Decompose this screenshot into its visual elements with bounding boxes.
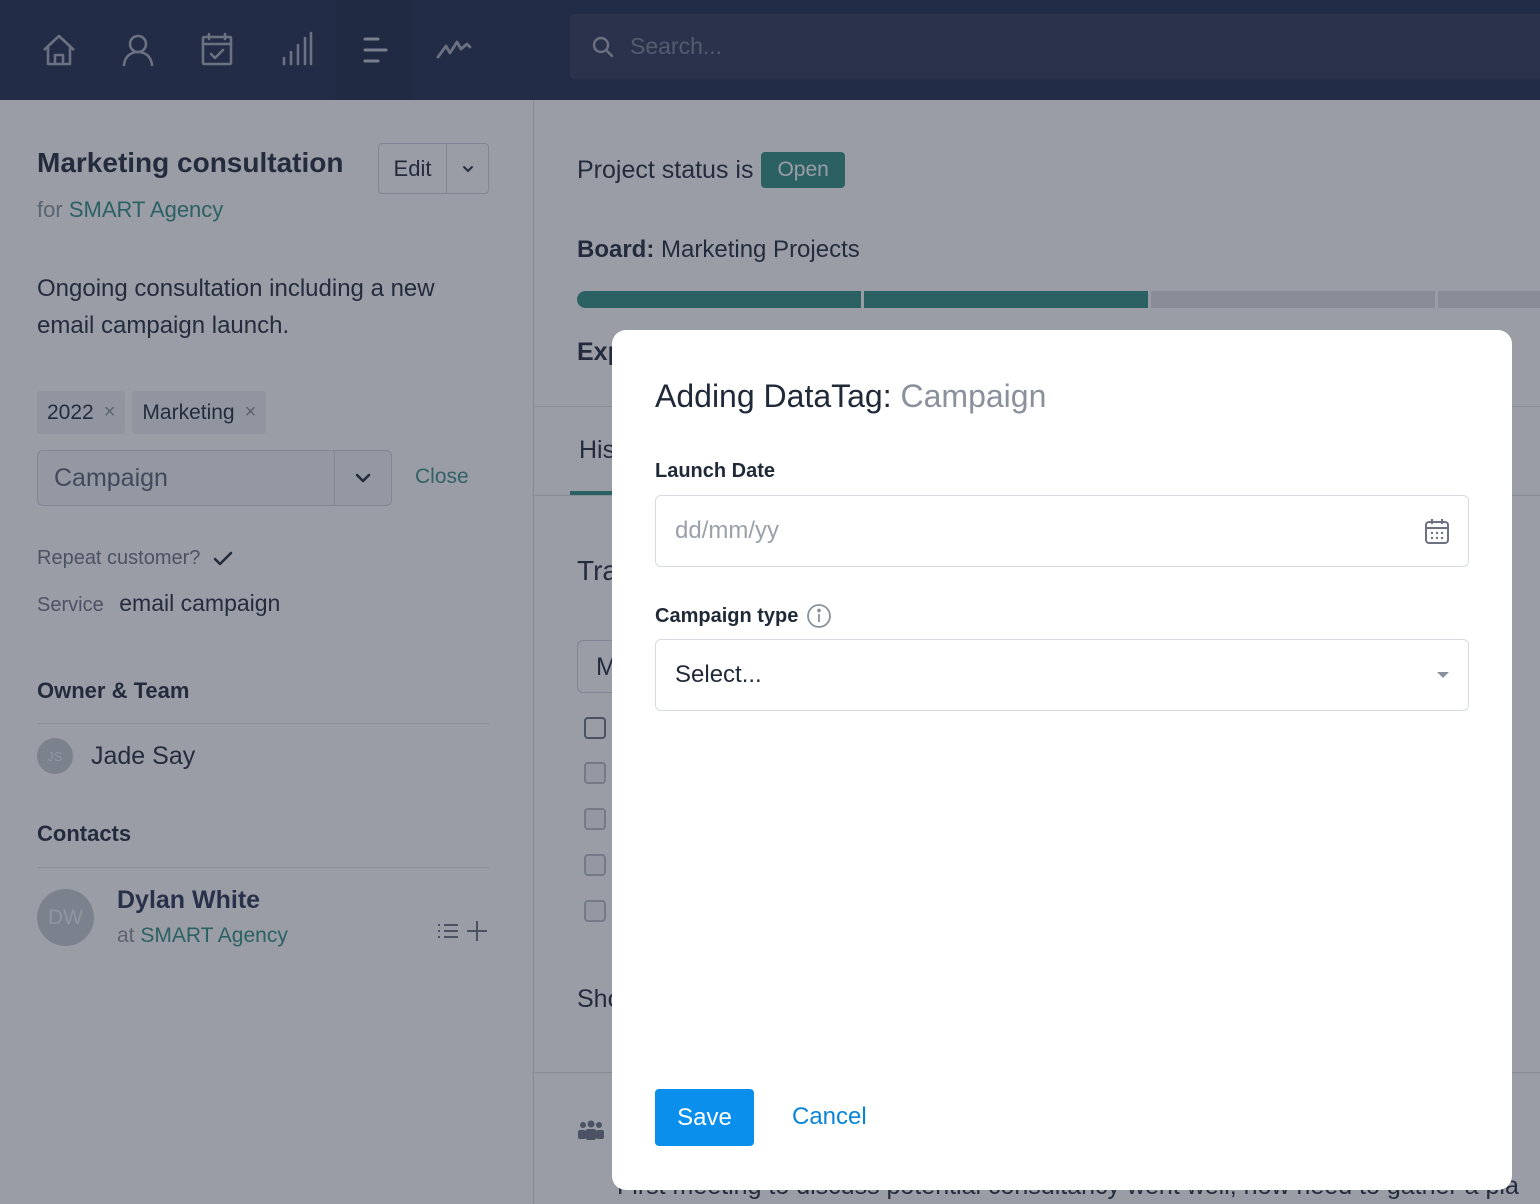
info-icon[interactable]: [806, 603, 832, 629]
calendar-icon[interactable]: [1424, 517, 1450, 545]
launch-date-input[interactable]: dd/mm/yy: [655, 495, 1469, 567]
modal-title: Adding DataTag: Campaign: [655, 378, 1046, 415]
campaign-type-value: Select...: [675, 661, 762, 688]
campaign-type-label-text: Campaign type: [655, 604, 799, 627]
modal-title-tag: Campaign: [900, 378, 1047, 414]
dropdown-caret-icon: [1437, 672, 1449, 678]
launch-date-label-text: Launch Date: [655, 460, 776, 482]
campaign-type-select[interactable]: Select...: [655, 639, 1469, 711]
save-button[interactable]: Save: [655, 1089, 754, 1146]
launch-date-label: Launch Date: [655, 460, 775, 483]
add-datatag-modal: Adding DataTag: Campaign Launch Date dd/…: [612, 330, 1512, 1190]
launch-date-placeholder: dd/mm/yy: [675, 517, 780, 544]
modal-title-prefix: Adding DataTag:: [655, 378, 892, 414]
cancel-button[interactable]: Cancel: [792, 1103, 867, 1131]
campaign-type-label: Campaign type: [655, 603, 832, 629]
